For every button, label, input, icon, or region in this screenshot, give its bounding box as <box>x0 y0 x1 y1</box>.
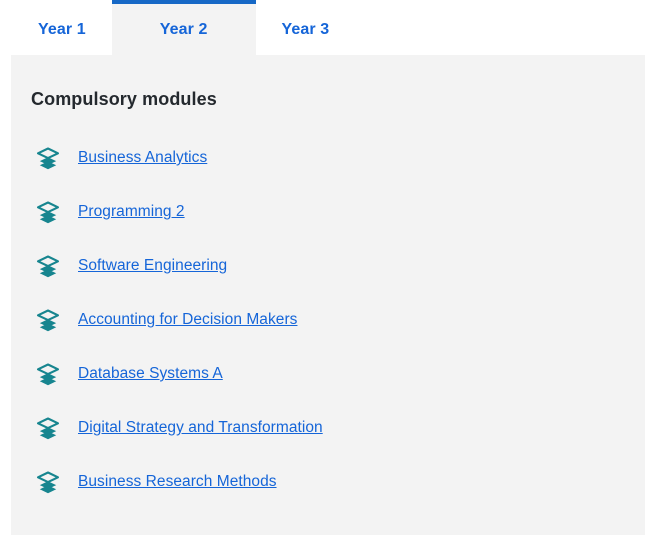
module-link[interactable]: Digital Strategy and Transformation <box>78 419 323 437</box>
module-link[interactable]: Business Research Methods <box>78 473 277 491</box>
tab-year-1[interactable]: Year 1 <box>12 0 112 55</box>
compulsory-module-list: Business Analytics Programming 2 <box>11 131 645 509</box>
module-link[interactable]: Software Engineering <box>78 257 227 275</box>
module-link[interactable]: Database Systems A <box>78 365 223 383</box>
list-item[interactable]: Database Systems A <box>11 347 645 401</box>
layers-icon <box>36 308 60 332</box>
tab-year-1-label: Year 1 <box>38 21 86 39</box>
layers-icon <box>36 146 60 170</box>
layers-icon <box>36 416 60 440</box>
list-item[interactable]: Accounting for Decision Makers <box>11 293 645 347</box>
panel-heading: Compulsory modules <box>31 89 217 110</box>
tab-year-3[interactable]: Year 3 <box>256 0 356 55</box>
list-item[interactable]: Software Engineering <box>11 239 645 293</box>
layers-icon <box>36 200 60 224</box>
year-tab-bar: Year 1 Year 2 Year 3 <box>0 0 654 55</box>
list-item[interactable]: Business Research Methods <box>11 455 645 509</box>
module-link[interactable]: Programming 2 <box>78 203 185 221</box>
module-link[interactable]: Business Analytics <box>78 149 207 167</box>
layers-icon <box>36 470 60 494</box>
course-year-tabs-page: Year 1 Year 2 Year 3 Compulsory modules … <box>0 0 654 553</box>
tab-year-3-label: Year 3 <box>282 21 330 39</box>
year-2-content-panel: Compulsory modules Business Analytics <box>11 55 645 535</box>
list-item[interactable]: Digital Strategy and Transformation <box>11 401 645 455</box>
list-item[interactable]: Business Analytics <box>11 131 645 185</box>
module-link[interactable]: Accounting for Decision Makers <box>78 311 297 329</box>
tab-year-2-label: Year 2 <box>160 21 208 39</box>
layers-icon <box>36 362 60 386</box>
layers-icon <box>36 254 60 278</box>
tab-year-2[interactable]: Year 2 <box>112 0 256 55</box>
list-item[interactable]: Programming 2 <box>11 185 645 239</box>
